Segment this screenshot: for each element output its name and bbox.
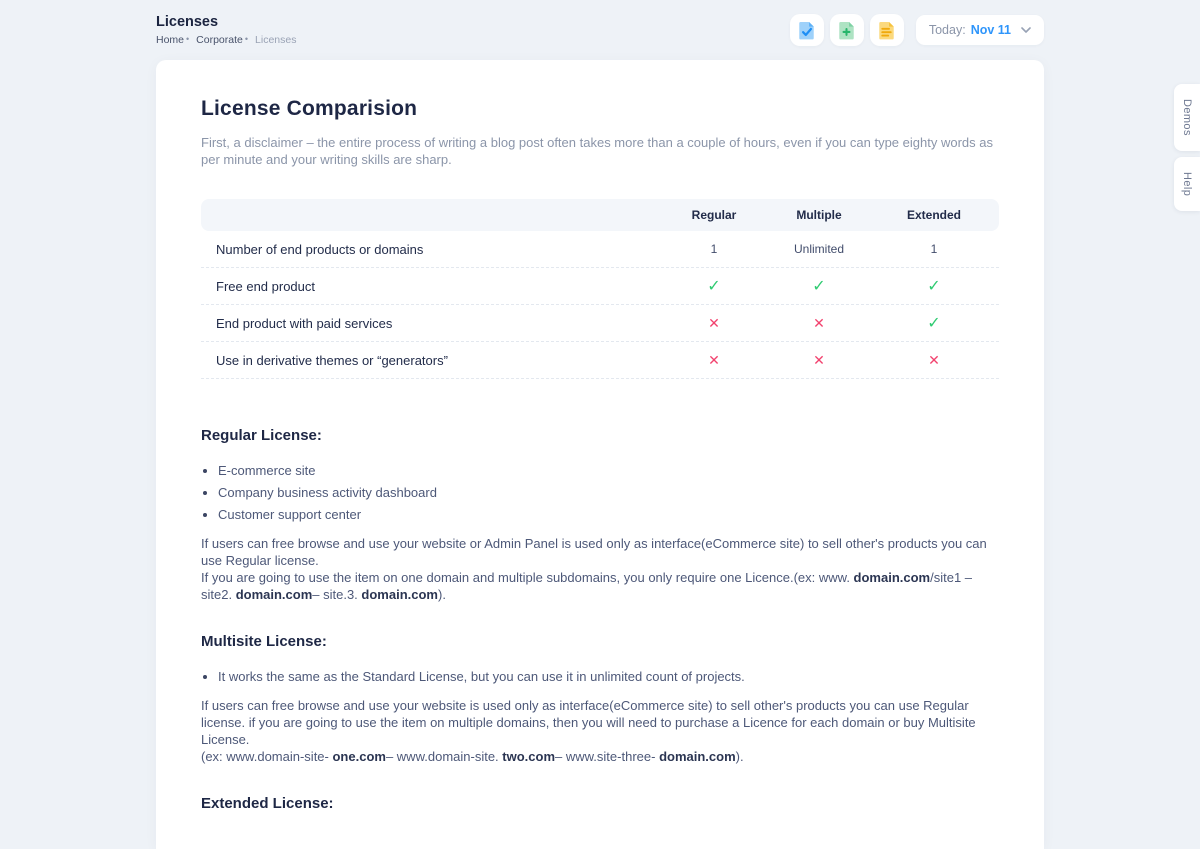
section-bullet-list: E-commerce siteCompany business activity… <box>201 460 999 526</box>
bullet-item: Company business activity dashboard <box>218 482 999 504</box>
row-value: ✕ <box>659 352 769 369</box>
breadcrumb-item[interactable]: Home <box>156 34 184 46</box>
row-value: ✓ <box>869 276 999 296</box>
row-label: Number of end products or domains <box>201 242 659 257</box>
row-value: ✕ <box>659 315 769 332</box>
breadcrumb: Home•Corporate•Licenses <box>156 34 296 46</box>
page-heading: License Comparision <box>201 97 999 121</box>
side-tabs: Demos Help <box>1174 84 1200 211</box>
row-label: Free end product <box>201 279 659 294</box>
cross-icon: ✕ <box>708 315 720 331</box>
breadcrumb-item: Licenses <box>255 34 296 46</box>
section-heading: Extended License: <box>201 795 999 812</box>
bullet-item: It works the same as the Standard Licens… <box>218 666 999 688</box>
topbar-right: Today: Nov 11 <box>790 14 1044 46</box>
row-value: ✓ <box>659 276 769 296</box>
cross-icon: ✕ <box>813 315 825 331</box>
topbar: Licenses Home•Corporate•Licenses <box>0 0 1200 60</box>
date-prefix-label: Today: <box>929 23 966 37</box>
chevron-down-icon <box>1021 27 1031 33</box>
file-lines-icon <box>878 21 895 40</box>
row-value: ✓ <box>769 276 869 296</box>
table-row: Number of end products or domains1Unlimi… <box>201 231 999 268</box>
cross-icon: ✕ <box>708 352 720 368</box>
row-value: ✓ <box>869 313 999 333</box>
section-paragraph: If users can free browse and use your we… <box>201 697 999 765</box>
license-section: Multisite License: It works the same as t… <box>201 633 999 765</box>
row-value: 1 <box>869 242 999 256</box>
row-value: Unlimited <box>769 242 869 256</box>
row-label: End product with paid services <box>201 316 659 331</box>
table-column-header: Extended <box>869 208 999 222</box>
table-row: Free end product ✓ ✓ ✓ <box>201 268 999 305</box>
file-check-button[interactable] <box>790 14 824 46</box>
row-label: Use in derivative themes or “generators” <box>201 353 659 368</box>
side-tab-help[interactable]: Help <box>1174 157 1200 211</box>
breadcrumb-item[interactable]: Corporate <box>196 34 243 46</box>
row-value: ✕ <box>769 352 869 369</box>
date-picker[interactable]: Today: Nov 11 <box>916 15 1044 45</box>
main-card: License Comparision First, a disclaimer … <box>156 60 1044 849</box>
row-value: ✕ <box>869 352 999 369</box>
comparison-table: RegularMultipleExtendedNumber of end pro… <box>201 199 999 379</box>
section-paragraph: If users can free browse and use your we… <box>201 535 999 603</box>
side-tab-demos[interactable]: Demos <box>1174 84 1200 151</box>
date-value: Nov 11 <box>971 23 1011 37</box>
topbar-left: Licenses Home•Corporate•Licenses <box>156 14 296 46</box>
check-icon: ✓ <box>707 278 720 295</box>
file-plus-button[interactable] <box>830 14 864 46</box>
section-heading: Regular License: <box>201 427 999 444</box>
table-column-header: Multiple <box>769 208 869 222</box>
breadcrumb-separator: • <box>186 34 189 44</box>
check-icon: ✓ <box>927 315 940 332</box>
intro-text: First, a disclaimer – the entire process… <box>201 134 999 168</box>
file-lines-button[interactable] <box>870 14 904 46</box>
file-check-icon <box>798 21 815 40</box>
cross-icon: ✕ <box>813 352 825 368</box>
table-header-row: RegularMultipleExtended <box>201 199 999 231</box>
table-row: Use in derivative themes or “generators”… <box>201 342 999 379</box>
section-bullet-list: It works the same as the Standard Licens… <box>201 666 999 688</box>
table-column-header: Regular <box>659 208 769 222</box>
check-icon: ✓ <box>812 278 825 295</box>
row-value: ✕ <box>769 315 869 332</box>
row-value: 1 <box>659 242 769 256</box>
file-plus-icon <box>838 21 855 40</box>
license-section: Extended License: <box>201 795 999 812</box>
check-icon: ✓ <box>927 278 940 295</box>
license-sections: Regular License: E-commerce siteCompany b… <box>201 427 999 812</box>
section-heading: Multisite License: <box>201 633 999 650</box>
breadcrumb-separator: • <box>245 34 248 44</box>
cross-icon: ✕ <box>928 352 940 368</box>
bullet-item: Customer support center <box>218 504 999 526</box>
table-row: End product with paid services ✕ ✕ ✓ <box>201 305 999 342</box>
bullet-item: E-commerce site <box>218 460 999 482</box>
page-title: Licenses <box>156 14 296 30</box>
license-section: Regular License: E-commerce siteCompany b… <box>201 427 999 603</box>
